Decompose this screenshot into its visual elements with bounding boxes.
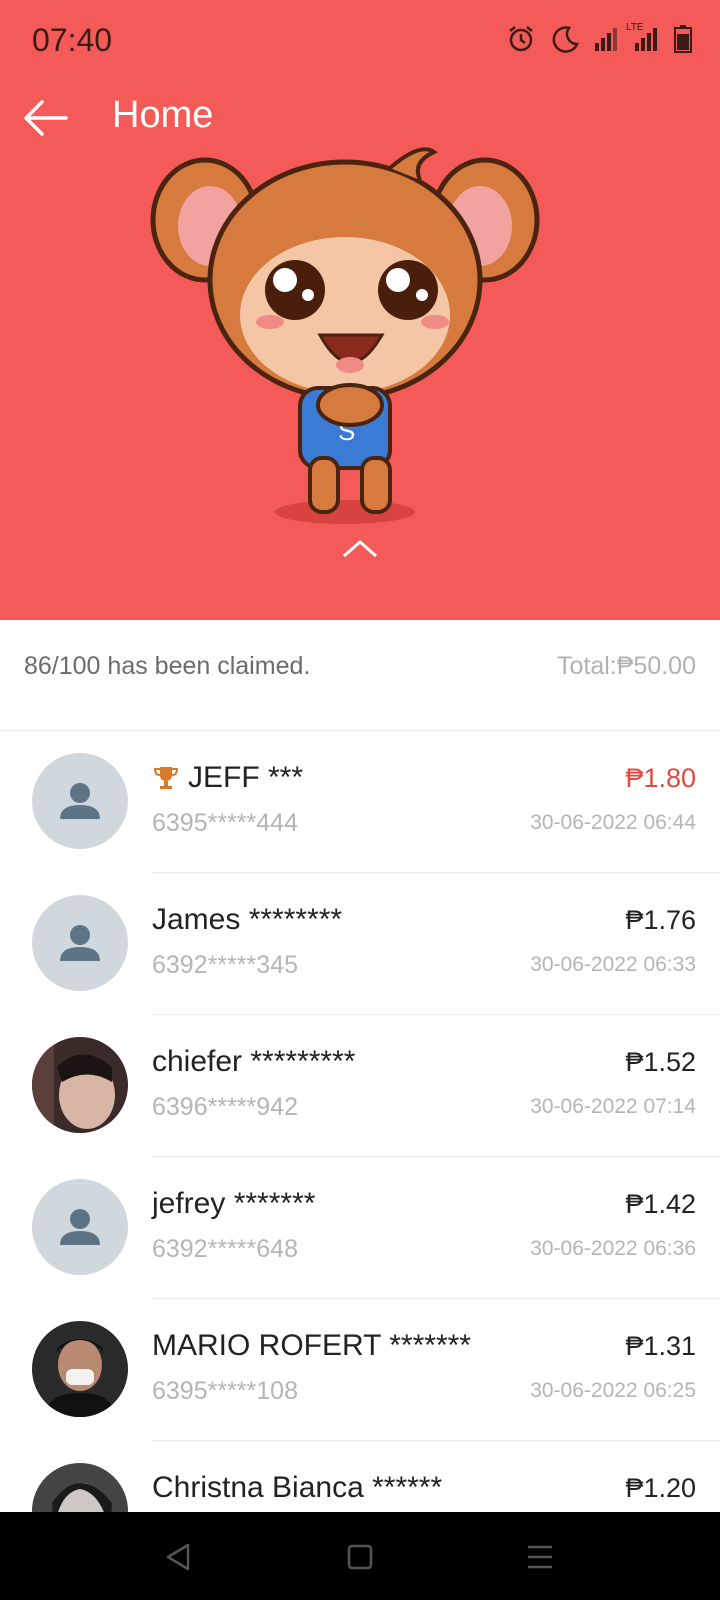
claimer-name: chiefer ********* [152,1045,356,1078]
nav-menu-button[interactable] [520,1540,560,1574]
claim-amount: ₱1.42 [625,1189,696,1219]
lte-signal-icon: LTE [626,22,660,52]
claim-summary: 86/100 has been claimed. Total:₱50.00 [0,628,720,731]
status-bar: 07:40 LTE [0,0,720,84]
default-user-icon [60,1209,100,1245]
status-time: 07:40 [32,22,113,58]
avatar [32,895,128,991]
total-amount: Total:₱50.00 [557,652,696,680]
avatar [32,1037,128,1133]
claimer-name-text: JEFF *** [188,761,304,794]
claimer-phone: 6392*****648 [152,1235,298,1263]
claimer-name: James ******** [152,903,343,936]
claimer-name: MARIO ROFERT ******* [152,1329,471,1362]
claimer-name: JEFF *** [152,761,303,795]
claim-amount: ₱1.20 [625,1473,696,1503]
chevron-up-icon[interactable] [340,538,380,560]
default-user-icon [60,925,100,961]
list-item[interactable]: chiefer ********* 6396*****942 ₱1.52 30-… [0,1015,720,1157]
claim-date: 30-06-2022 06:36 [530,1237,696,1260]
triangle-back-icon [166,1543,190,1571]
claim-date: 30-06-2022 07:14 [530,1095,696,1118]
back-button[interactable] [22,96,74,140]
claim-date: 30-06-2022 06:44 [530,811,696,834]
avatar [32,753,128,849]
avatar [32,1179,128,1275]
claimer-phone: 6395*****108 [152,1377,298,1405]
claimer-name: jefrey ******* [152,1187,316,1220]
list-item[interactable]: JEFF *** 6395*****444 ₱1.80 30-06-2022 0… [0,731,720,873]
default-user-icon [60,783,100,819]
mascot-monkey-illustration: S [150,147,540,524]
claim-amount: ₱1.80 [625,763,696,793]
header-curve [0,560,720,585]
system-navigation-bar [0,1512,720,1600]
claim-date: 30-06-2022 06:25 [530,1379,696,1402]
claimer-name: Christna Bianca ****** [152,1471,443,1504]
menu-lines-icon [528,1545,552,1569]
claimer-phone: 6395*****444 [152,809,298,837]
trophy-icon [153,767,179,789]
claim-amount: ₱1.76 [625,905,696,935]
claims-list: JEFF *** 6395*****444 ₱1.80 30-06-2022 0… [0,731,720,1583]
signal-icon [594,26,620,52]
claimer-phone: 6392*****345 [152,951,298,979]
page-title: Home [112,94,214,136]
claimed-count: 86/100 has been claimed. [24,652,311,680]
user-photo-avatar [32,1321,128,1417]
claimer-phone: 6396*****942 [152,1093,298,1121]
do-not-disturb-moon-icon [550,24,580,54]
square-home-icon [347,1544,373,1570]
list-item[interactable]: MARIO ROFERT ******* 6395*****108 ₱1.31 … [0,1299,720,1441]
claim-amount: ₱1.52 [625,1047,696,1077]
avatar [32,1321,128,1417]
list-item[interactable]: James ******** 6392*****345 ₱1.76 30-06-… [0,873,720,1015]
alarm-icon [506,24,536,54]
claim-date: 30-06-2022 06:33 [530,953,696,976]
list-item[interactable]: jefrey ******* 6392*****648 ₱1.42 30-06-… [0,1157,720,1299]
status-icons: LTE [506,22,692,54]
claim-amount: ₱1.31 [625,1331,696,1361]
user-photo-avatar [32,1037,128,1133]
lte-label: LTE [626,22,644,33]
nav-home-button[interactable] [340,1540,380,1574]
arrow-left-icon [24,100,68,136]
battery-icon [674,25,692,53]
nav-back-button[interactable] [158,1540,198,1574]
